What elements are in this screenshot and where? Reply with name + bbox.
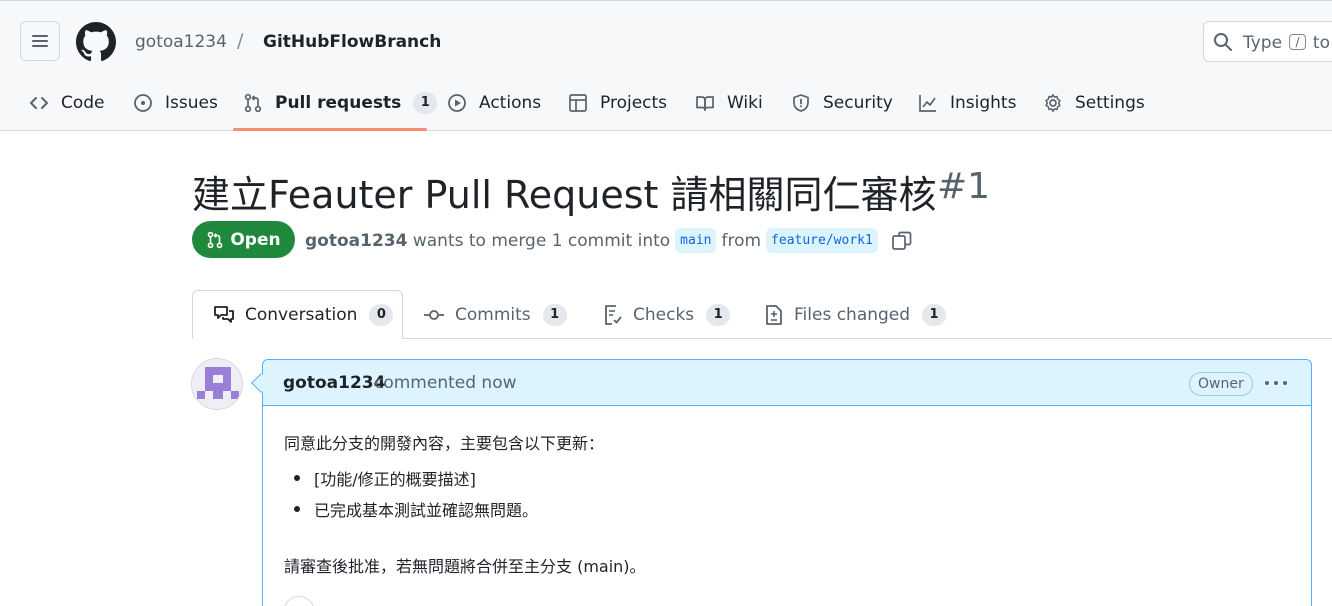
comment-author[interactable]: gotoa1234 [283, 373, 385, 393]
gear-icon [1045, 94, 1061, 112]
tab-label: Issues [165, 93, 218, 113]
tab-issues[interactable]: Issues [133, 85, 218, 121]
list-item: [功能/修正的概要描述] [284, 466, 538, 497]
conversation-count: 0 [369, 303, 394, 326]
app-header: gotoa1234 / GitHubFlowBranch Type / to C… [0, 0, 1332, 131]
comment-closing: 請審查後批准，若無問題將合併至主分支 (main)。 [284, 557, 646, 576]
tab-files-changed[interactable]: Files changed 1 [764, 290, 947, 339]
head-branch-label[interactable]: feature/work1 [766, 228, 878, 253]
tab-pull-requests[interactable]: Pull requests 1 [243, 85, 438, 121]
hamburger-icon [32, 35, 48, 47]
search-icon [1214, 33, 1232, 51]
add-reaction-button[interactable] [283, 596, 315, 606]
base-branch-label[interactable]: main [675, 228, 717, 253]
file-diff-icon [766, 304, 782, 325]
tab-commits[interactable]: Commits 1 [423, 290, 567, 339]
page-title: 建立Feauter Pull Request 請相關同仁審核 [192, 173, 937, 217]
status-badge: Open [192, 221, 295, 258]
comment-bullet-list: [功能/修正的概要描述] 已完成基本測試並確認無問題。 [284, 466, 538, 528]
tab-label: Files changed [794, 304, 911, 325]
comment-timestamp[interactable]: commented now [374, 373, 517, 393]
comment-options-button[interactable] [1265, 374, 1287, 392]
avatar[interactable] [191, 358, 243, 410]
breadcrumb-separator: / [237, 30, 244, 52]
copy-icon[interactable] [891, 230, 913, 252]
git-pull-request-icon [244, 93, 262, 113]
comment-card: gotoa1234 commented now Owner 同意此分支的開發內容… [262, 359, 1312, 606]
pr-number: #1 [937, 166, 991, 207]
merge-summary: gotoa1234 wants to merge 1 commit into m… [305, 228, 913, 253]
search-placeholder: Type / to [1243, 33, 1330, 53]
tab-settings[interactable]: Settings [1043, 85, 1145, 121]
tab-label: Conversation [245, 304, 358, 325]
tab-conversation[interactable]: Conversation 0 [192, 290, 403, 339]
comment-header: gotoa1234 commented now Owner [263, 360, 1311, 406]
tab-checks[interactable]: Checks 1 [603, 290, 731, 339]
breadcrumb-owner[interactable]: gotoa1234 [135, 32, 227, 52]
comment-discussion-icon [214, 305, 234, 323]
active-tab-underline [233, 128, 427, 131]
graph-icon [919, 95, 936, 112]
owner-badge: Owner [1189, 372, 1253, 396]
files-changed-count: 1 [922, 303, 947, 326]
git-pull-request-icon [207, 231, 223, 248]
pr-author-link[interactable]: gotoa1234 [305, 231, 407, 251]
pull-requests-count: 1 [413, 92, 438, 114]
tab-projects[interactable]: Projects [568, 85, 667, 121]
menu-button[interactable] [20, 21, 60, 61]
tab-security[interactable]: Security [791, 85, 893, 121]
tab-label: Projects [600, 93, 668, 113]
tab-wiki[interactable]: Wiki [695, 85, 763, 121]
tab-label: Wiki [727, 93, 763, 113]
slash-key-hint: / [1289, 34, 1306, 50]
tab-label: Security [823, 93, 893, 113]
tab-label: Insights [950, 93, 1017, 113]
code-icon [30, 97, 48, 109]
tab-label: Settings [1075, 93, 1145, 113]
from-text: from [721, 230, 762, 251]
github-logo-icon[interactable] [76, 22, 116, 62]
tab-label: Commits [455, 304, 531, 325]
identicon-icon [192, 359, 242, 409]
search-input[interactable]: Type / to [1203, 21, 1332, 62]
shield-icon [793, 94, 809, 112]
tab-actions[interactable]: Actions [447, 85, 541, 121]
tab-label: Code [61, 93, 105, 113]
tab-label: Actions [479, 93, 542, 113]
table-icon [569, 94, 587, 112]
tab-code[interactable]: Code [29, 85, 105, 121]
issue-opened-icon [134, 94, 152, 112]
tab-label: Pull requests [275, 93, 402, 113]
comment-intro: 同意此分支的開發內容，主要包含以下更新： [284, 434, 605, 453]
git-commit-icon [424, 309, 444, 320]
checklist-icon [605, 304, 622, 325]
breadcrumb-repo[interactable]: GitHubFlowBranch [263, 32, 441, 52]
play-icon [448, 94, 466, 112]
tab-insights[interactable]: Insights [918, 85, 1016, 121]
list-item: 已完成基本測試並確認無問題。 [284, 497, 538, 528]
checks-count: 1 [706, 303, 731, 326]
tab-label: Checks [633, 304, 695, 325]
book-icon [696, 96, 714, 111]
status-label: Open [230, 229, 281, 250]
merge-text: wants to merge 1 commit into [412, 230, 671, 251]
commits-count: 1 [542, 303, 567, 326]
